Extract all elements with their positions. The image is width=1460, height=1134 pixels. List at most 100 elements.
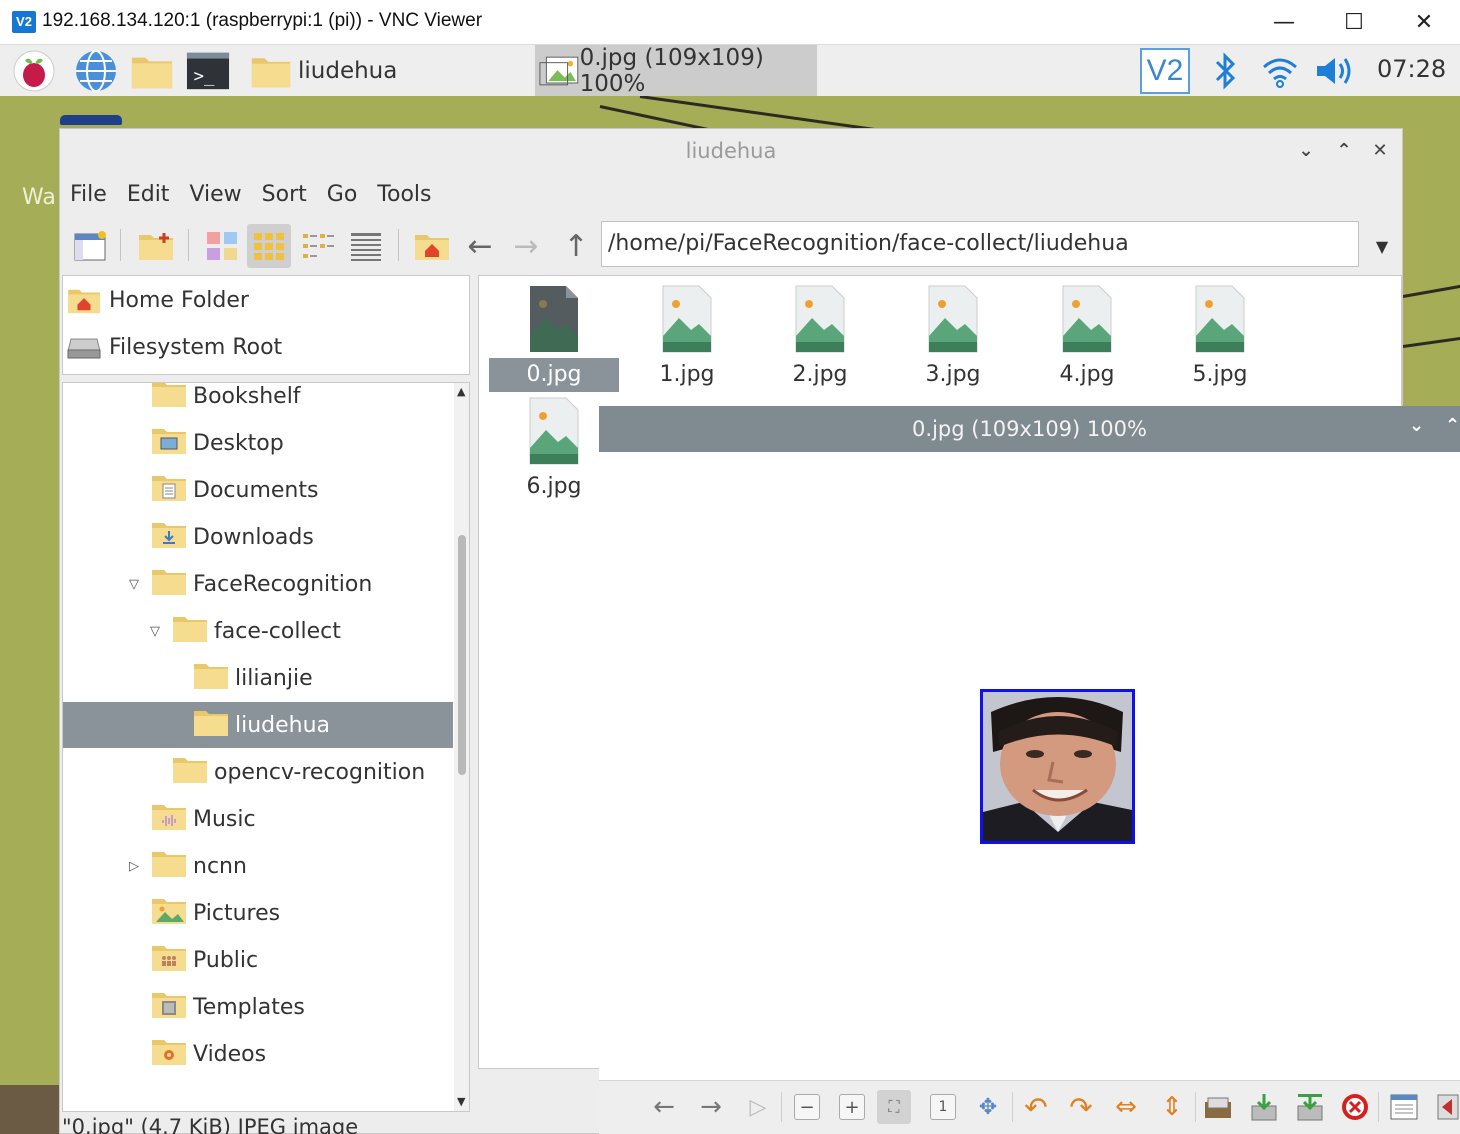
path-history-dropdown-icon[interactable]: ▼: [1360, 224, 1404, 268]
forward-arrow-icon[interactable]: →: [504, 224, 548, 268]
terminal-icon[interactable]: >_: [186, 50, 230, 92]
previous-image-icon[interactable]: ←: [647, 1090, 681, 1124]
folder-icon: [193, 707, 229, 743]
vnc-titlebar: V2 192.168.134.120:1 (raspberrypi:1 (pi)…: [0, 0, 1460, 45]
place-filesystem-root[interactable]: Filesystem Root: [67, 327, 282, 367]
new-folder-icon[interactable]: [134, 224, 178, 268]
file-item-2-jpg[interactable]: 2.jpg: [755, 284, 885, 394]
image-file-icon: [1195, 285, 1245, 353]
save-file-icon[interactable]: [1247, 1090, 1281, 1124]
flip-vertical-icon[interactable]: ⇕: [1155, 1090, 1189, 1124]
tree-item-face-collect[interactable]: ▽ face-collect: [63, 608, 453, 654]
tree-item-label: liudehua: [235, 712, 331, 738]
next-image-icon[interactable]: →: [694, 1090, 728, 1124]
menu-edit[interactable]: Edit: [117, 177, 180, 213]
path-input[interactable]: /home/pi/FaceRecognition/face-collect/li…: [601, 221, 1359, 267]
quit-icon[interactable]: [1431, 1090, 1460, 1124]
close-icon[interactable]: ✕: [1366, 137, 1394, 165]
place-home-folder[interactable]: Home Folder: [67, 280, 249, 320]
delete-file-icon[interactable]: [1338, 1090, 1372, 1124]
file-manager-icon[interactable]: [130, 50, 174, 92]
expand-triangle-icon[interactable]: ▽: [150, 624, 160, 639]
zoom-out-icon[interactable]: −: [794, 1094, 820, 1120]
raspberry-menu-icon[interactable]: [12, 50, 56, 92]
menu-go[interactable]: Go: [317, 177, 368, 213]
tree-item-music[interactable]: Music: [63, 796, 453, 842]
menu-sort[interactable]: Sort: [252, 177, 317, 213]
compact-view-icon[interactable]: [296, 224, 340, 268]
scroll-down-icon[interactable]: ▼: [457, 1095, 465, 1108]
maximize-button[interactable]: ☐: [1319, 0, 1389, 45]
save-as-icon[interactable]: [1293, 1090, 1327, 1124]
tree-item-ncnn[interactable]: ▷ ncnn: [63, 843, 453, 889]
tree-item-desktop[interactable]: Desktop: [63, 420, 453, 466]
tree-item-pictures[interactable]: Pictures: [63, 890, 453, 936]
minimize-icon[interactable]: ⌄: [1292, 137, 1320, 165]
tree-item-public[interactable]: Public: [63, 937, 453, 983]
image-viewer-window: 0.jpg (109x109) 100% ⌄ ⌃ ← → ▷ − + ⛶ 1 ✥…: [599, 406, 1460, 1134]
open-file-icon[interactable]: [1201, 1090, 1235, 1124]
volume-icon[interactable]: [1312, 50, 1356, 92]
tree-item-facerecognition[interactable]: ▽ FaceRecognition: [63, 561, 453, 607]
new-window-icon[interactable]: [68, 224, 112, 268]
maximize-icon[interactable]: ⌃: [1445, 415, 1460, 436]
menu-view[interactable]: View: [179, 177, 251, 213]
folder-icon: [193, 660, 229, 696]
detailed-list-view-icon[interactable]: [344, 224, 388, 268]
tree-item-documents[interactable]: Documents: [63, 467, 453, 513]
toolbar-separator: [398, 229, 399, 261]
bluetooth-icon[interactable]: [1204, 50, 1248, 92]
web-browser-icon[interactable]: [74, 50, 118, 92]
rotate-counterclockwise-icon[interactable]: ↶: [1019, 1090, 1053, 1124]
rotate-clockwise-icon[interactable]: ↷: [1064, 1090, 1098, 1124]
minimize-icon[interactable]: ⌄: [1409, 415, 1424, 436]
tree-scrollbar[interactable]: ▲ ▼: [454, 383, 469, 1111]
menu-file[interactable]: File: [60, 177, 117, 213]
scrollbar-thumb[interactable]: [458, 535, 466, 775]
maximize-icon[interactable]: ⌃: [1330, 137, 1358, 165]
tree-item-lilianjie[interactable]: lilianjie: [63, 655, 453, 701]
tree-item-videos[interactable]: Videos: [63, 1031, 453, 1077]
original-size-icon[interactable]: 1: [930, 1094, 956, 1120]
file-item-3-jpg[interactable]: 3.jpg: [888, 284, 1018, 394]
fit-to-window-icon[interactable]: ⛶: [877, 1090, 911, 1124]
slideshow-icon[interactable]: ▷: [741, 1090, 775, 1124]
flip-horizontal-icon[interactable]: ⇔: [1109, 1090, 1143, 1124]
tree-item-label: Templates: [193, 994, 305, 1020]
menu-tools[interactable]: Tools: [367, 177, 441, 213]
icon-view-icon[interactable]: [247, 224, 291, 268]
taskbar-task-label: liudehua: [298, 57, 398, 84]
file-item-0-jpg[interactable]: 0.jpg: [489, 284, 619, 394]
tree-item-templates[interactable]: Templates: [63, 984, 453, 1030]
vnc-logo-icon: V2: [12, 11, 36, 33]
vnc-window-title: 192.168.134.120:1 (raspberrypi:1 (pi)) -…: [42, 10, 483, 31]
zoom-in-icon[interactable]: +: [839, 1094, 865, 1120]
close-button[interactable]: ✕: [1389, 0, 1459, 45]
vnc-server-icon[interactable]: V2: [1140, 48, 1190, 94]
tree-item-downloads[interactable]: Downloads: [63, 514, 453, 560]
tree-item-liudehua[interactable]: liudehua: [63, 702, 453, 748]
up-arrow-icon[interactable]: ↑: [554, 224, 598, 268]
image-viewer-title: 0.jpg (109x109) 100%: [599, 406, 1460, 452]
taskbar-clock[interactable]: 07:28: [1377, 55, 1446, 83]
minimize-button[interactable]: —: [1249, 0, 1319, 45]
back-arrow-icon[interactable]: ←: [458, 224, 502, 268]
scroll-up-icon[interactable]: ▲: [457, 385, 465, 398]
collapsed-triangle-icon[interactable]: ▷: [129, 859, 139, 874]
home-folder-icon: [68, 289, 100, 314]
toolbar-separator: [188, 229, 189, 261]
tree-item-opencv-recognition[interactable]: opencv-recognition: [63, 749, 453, 795]
fullscreen-icon[interactable]: ✥: [971, 1090, 1005, 1124]
taskbar-task-image-viewer[interactable]: 0.jpg (109x109) 100%: [535, 45, 817, 97]
taskbar-task-file-manager[interactable]: liudehua: [250, 45, 530, 96]
tree-item-label: Downloads: [193, 524, 314, 550]
file-item-4-jpg[interactable]: 4.jpg: [1022, 284, 1152, 394]
file-item-5-jpg[interactable]: 5.jpg: [1155, 284, 1285, 394]
expand-triangle-icon[interactable]: ▽: [129, 577, 139, 592]
preferences-icon[interactable]: [1387, 1090, 1421, 1124]
tree-item-bookshelf[interactable]: Bookshelf: [63, 383, 453, 419]
thumbnail-view-icon[interactable]: [200, 224, 244, 268]
file-item-1-jpg[interactable]: 1.jpg: [622, 284, 752, 394]
wifi-icon[interactable]: [1258, 50, 1302, 92]
home-folder-icon[interactable]: [410, 224, 454, 268]
